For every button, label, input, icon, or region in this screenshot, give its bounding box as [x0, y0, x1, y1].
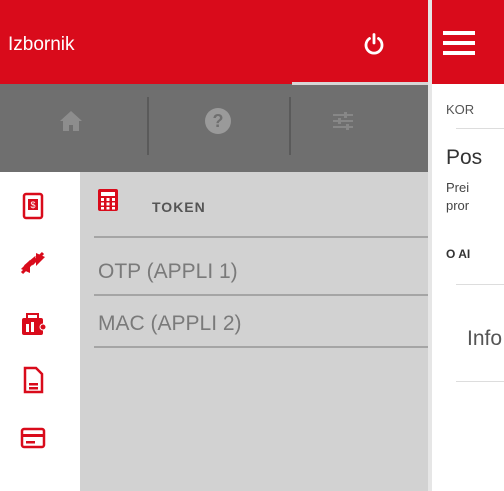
transfer-arrows-icon[interactable] — [19, 249, 47, 277]
divider — [94, 346, 428, 348]
navigation-drawer: Izbornik ? $ TOKEN OTP (APPLI 1) MAC (AP… — [0, 0, 428, 491]
mobile-wallet-icon[interactable]: $ — [19, 192, 47, 220]
help-icon[interactable]: ? — [204, 107, 232, 135]
info-item[interactable]: Info — [467, 327, 502, 351]
calculator-icon — [98, 189, 118, 211]
token-section-label: TOKEN — [152, 199, 206, 215]
drawer-header: Izbornik — [0, 0, 428, 84]
list-item-label: OTP (APPLI 1) — [98, 260, 238, 283]
card-icon[interactable] — [19, 424, 47, 452]
token-section-header: TOKEN — [80, 172, 428, 238]
settings-sliders-icon[interactable] — [330, 108, 356, 134]
list-item-label: MAC (APPLI 2) — [98, 312, 242, 335]
section-label-kor: KOR — [446, 102, 475, 117]
divider — [456, 284, 504, 285]
main-text-line-2: pror — [446, 198, 470, 213]
city-wallet-icon[interactable] — [19, 310, 47, 338]
icon-bar-separator — [289, 97, 291, 155]
drawer-title: Izbornik — [8, 34, 75, 55]
list-item-otp[interactable]: OTP (APPLI 1) — [80, 238, 428, 296]
power-icon[interactable] — [362, 32, 386, 56]
home-icon[interactable] — [58, 108, 84, 134]
active-tab-indicator — [292, 82, 428, 85]
main-text-line-1: Prei — [446, 180, 470, 195]
divider — [456, 128, 504, 129]
divider — [456, 381, 504, 382]
section-label-about: O AI — [446, 247, 471, 261]
document-icon[interactable] — [19, 366, 47, 394]
drawer-icon-bar: ? — [0, 84, 428, 172]
list-item-mac[interactable]: MAC (APPLI 2) — [80, 296, 428, 348]
svg-text:$: $ — [30, 200, 35, 210]
main-header — [432, 0, 504, 84]
main-content: KOR Pos Prei pror O AI Info — [432, 0, 504, 491]
svg-text:?: ? — [213, 111, 224, 131]
hamburger-icon[interactable] — [443, 31, 475, 55]
icon-rail: $ — [0, 172, 80, 491]
icon-bar-separator — [147, 97, 149, 155]
main-heading: Pos — [446, 146, 483, 169]
